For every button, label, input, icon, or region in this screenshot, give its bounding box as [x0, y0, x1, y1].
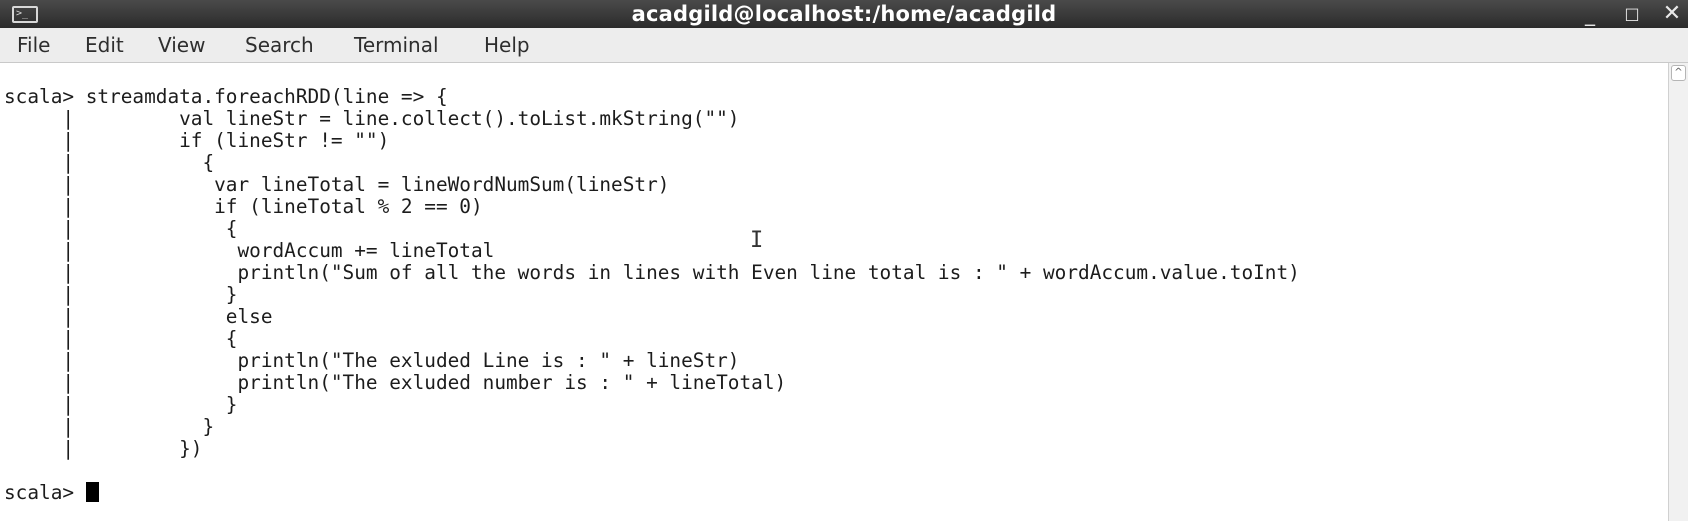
scroll-up-arrow-icon[interactable]: ^ [1671, 65, 1686, 81]
menu-bar: File Edit View Search Terminal Help [0, 28, 1688, 63]
terminal-line: | if (lineStr != "") [4, 129, 390, 152]
terminal-line: | { [4, 151, 215, 174]
menu-file[interactable]: File [17, 28, 50, 62]
terminal-line: | } [4, 415, 215, 438]
terminal-line: | else [4, 305, 273, 328]
terminal-line: | { [4, 327, 238, 350]
menu-help[interactable]: Help [484, 28, 530, 62]
terminal-line: | println("Sum of all the words in lines… [4, 261, 1300, 284]
terminal-line: | wordAccum += lineTotal [4, 239, 495, 262]
ibeam-cursor-icon: I [750, 228, 764, 253]
close-button[interactable]: ✕ [1658, 0, 1686, 28]
menu-view[interactable]: View [158, 28, 205, 62]
title-bar[interactable]: >_ acadgild@localhost:/home/acadgild _ □… [0, 0, 1688, 28]
terminal-line: | }) [4, 437, 203, 460]
terminal-line: | println("The exluded number is : " + l… [4, 371, 787, 394]
vertical-scrollbar[interactable]: ^ [1668, 63, 1688, 521]
terminal-window: >_ acadgild@localhost:/home/acadgild _ □… [0, 0, 1688, 521]
terminal-line: | { [4, 217, 238, 240]
terminal-line: | } [4, 393, 238, 416]
window-title: acadgild@localhost:/home/acadgild [631, 2, 1057, 26]
text-cursor [85, 482, 99, 502]
prompt-text: scala> [4, 481, 86, 504]
menu-edit[interactable]: Edit [85, 28, 124, 62]
terminal-prompt-line[interactable]: scala> [4, 482, 99, 504]
menu-terminal[interactable]: Terminal [354, 28, 439, 62]
minimize-button[interactable]: _ [1576, 0, 1604, 28]
terminal-line: | println("The exluded Line is : " + lin… [4, 349, 740, 372]
terminal-line: | if (lineTotal % 2 == 0) [4, 195, 483, 218]
terminal-line: | } [4, 283, 238, 306]
terminal-line: | var lineTotal = lineWordNumSum(lineStr… [4, 173, 670, 196]
menu-search[interactable]: Search [245, 28, 314, 62]
terminal-line: scala> streamdata.foreachRDD(line => { [4, 85, 448, 108]
maximize-button[interactable]: □ [1618, 0, 1646, 28]
terminal-output[interactable]: scala> streamdata.foreachRDD(line => { |… [0, 63, 1668, 521]
terminal-line: | val lineStr = line.collect().toList.mk… [4, 107, 740, 130]
